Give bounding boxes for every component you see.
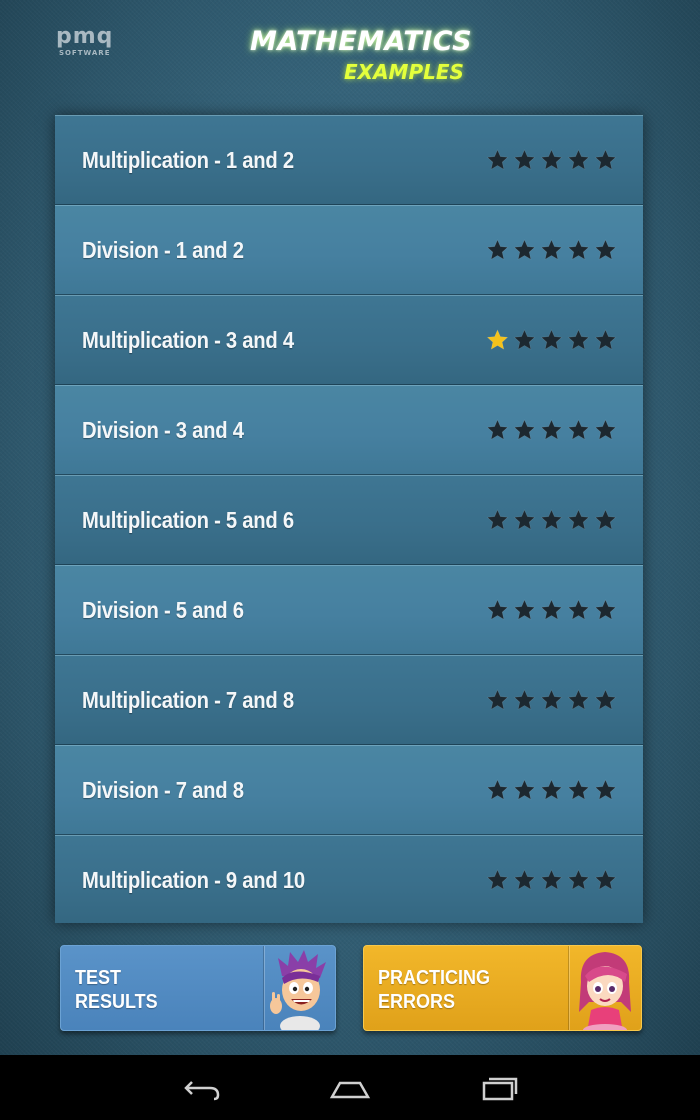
back-icon[interactable]	[180, 1073, 224, 1103]
star-empty-icon	[486, 599, 509, 621]
test-results-label: TEST RESULTS	[75, 966, 158, 1014]
star-empty-icon	[567, 869, 590, 891]
star-rating	[486, 509, 617, 531]
lesson-label: Division - 1 and 2	[82, 236, 244, 263]
star-empty-icon	[594, 509, 617, 531]
lesson-label: Division - 7 and 8	[82, 776, 244, 803]
star-empty-icon	[540, 239, 563, 261]
star-empty-icon	[486, 869, 509, 891]
star-empty-icon	[486, 149, 509, 171]
star-empty-icon	[486, 779, 509, 801]
star-rating	[486, 779, 617, 801]
lesson-row[interactable]: Multiplication - 9 and 10	[55, 835, 643, 923]
app-subtitle: EXAMPLES	[344, 60, 464, 84]
lesson-list[interactable]: Multiplication - 1 and 2 Division - 1 and…	[55, 115, 643, 923]
lesson-row[interactable]: Multiplication - 7 and 8	[55, 655, 643, 745]
header: pmq SOFTWARE MATHEMATICS EXAMPLES	[0, 0, 700, 115]
star-empty-icon	[513, 779, 536, 801]
logo-text: pmq	[56, 24, 114, 49]
lesson-row[interactable]: Division - 1 and 2	[55, 205, 643, 295]
logo-subtext: SOFTWARE	[58, 49, 111, 57]
lesson-row[interactable]: Multiplication - 1 and 2	[55, 115, 643, 205]
star-rating	[486, 419, 617, 441]
app-screen: pmq SOFTWARE MATHEMATICS EXAMPLES Multip…	[0, 0, 700, 1055]
girl-avatar-icon	[569, 946, 641, 1030]
recent-apps-icon[interactable]	[478, 1073, 522, 1103]
star-empty-icon	[594, 599, 617, 621]
star-empty-icon	[567, 419, 590, 441]
lesson-label: Multiplication - 3 and 4	[82, 326, 294, 353]
practicing-errors-button[interactable]: PRACTICING ERRORS	[363, 945, 642, 1031]
star-rating	[486, 149, 617, 171]
star-empty-icon	[513, 689, 536, 711]
star-empty-icon	[513, 869, 536, 891]
system-navbar	[0, 1055, 700, 1120]
star-empty-icon	[540, 149, 563, 171]
star-empty-icon	[594, 239, 617, 261]
star-empty-icon	[540, 599, 563, 621]
star-empty-icon	[540, 779, 563, 801]
lesson-row[interactable]: Division - 7 and 8	[55, 745, 643, 835]
star-filled-icon	[486, 329, 509, 351]
star-empty-icon	[540, 419, 563, 441]
app-title: MATHEMATICS	[250, 26, 473, 57]
star-empty-icon	[567, 149, 590, 171]
star-empty-icon	[567, 599, 590, 621]
star-rating	[486, 329, 617, 351]
star-empty-icon	[513, 599, 536, 621]
star-empty-icon	[594, 329, 617, 351]
star-empty-icon	[567, 689, 590, 711]
practicing-errors-label-line2: ERRORS	[378, 991, 456, 1013]
pmq-logo: pmq SOFTWARE	[56, 26, 113, 57]
star-empty-icon	[513, 149, 536, 171]
test-results-label-line1: TEST	[75, 967, 122, 989]
lesson-row[interactable]: Division - 3 and 4	[55, 385, 643, 475]
star-empty-icon	[513, 329, 536, 351]
star-empty-icon	[567, 329, 590, 351]
test-results-button[interactable]: TEST RESULTS	[60, 945, 336, 1031]
home-icon[interactable]	[328, 1073, 372, 1103]
star-empty-icon	[594, 689, 617, 711]
star-empty-icon	[567, 779, 590, 801]
star-rating	[486, 239, 617, 261]
star-empty-icon	[540, 329, 563, 351]
star-empty-icon	[540, 869, 563, 891]
lesson-label: Multiplication - 1 and 2	[82, 146, 294, 173]
star-empty-icon	[486, 239, 509, 261]
practicing-errors-label: PRACTICING ERRORS	[378, 966, 490, 1014]
star-empty-icon	[540, 509, 563, 531]
lesson-row[interactable]: Division - 5 and 6	[55, 565, 643, 655]
boy-avatar-icon	[264, 946, 335, 1030]
lesson-row[interactable]: Multiplication - 3 and 4	[55, 295, 643, 385]
star-empty-icon	[567, 509, 590, 531]
star-empty-icon	[540, 689, 563, 711]
lesson-label: Division - 5 and 6	[82, 596, 244, 623]
star-empty-icon	[513, 509, 536, 531]
star-empty-icon	[513, 239, 536, 261]
lesson-row[interactable]: Multiplication - 5 and 6	[55, 475, 643, 565]
star-rating	[486, 599, 617, 621]
lesson-label: Multiplication - 5 and 6	[82, 506, 294, 533]
lesson-label: Division - 3 and 4	[82, 416, 244, 443]
star-empty-icon	[594, 419, 617, 441]
lesson-label: Multiplication - 7 and 8	[82, 686, 294, 713]
star-empty-icon	[486, 509, 509, 531]
star-empty-icon	[567, 239, 590, 261]
star-empty-icon	[486, 419, 509, 441]
test-results-label-line2: RESULTS	[75, 991, 158, 1013]
star-empty-icon	[594, 779, 617, 801]
star-empty-icon	[486, 689, 509, 711]
star-empty-icon	[594, 149, 617, 171]
lesson-label: Multiplication - 9 and 10	[82, 866, 305, 893]
star-rating	[486, 689, 617, 711]
star-empty-icon	[594, 869, 617, 891]
star-rating	[486, 869, 617, 891]
practicing-errors-label-line1: PRACTICING	[378, 967, 491, 989]
star-empty-icon	[513, 419, 536, 441]
